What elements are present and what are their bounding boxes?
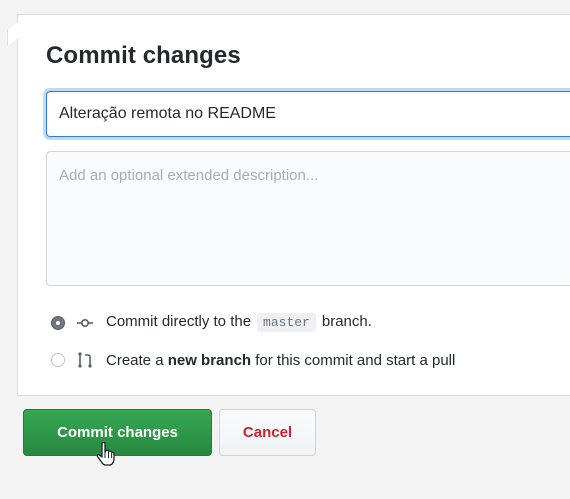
new-branch-text-after: for this commit and start a pull xyxy=(255,351,456,369)
git-pull-request-icon xyxy=(78,352,92,368)
new-branch-label: Create a new branch for this commit and … xyxy=(106,352,455,369)
commit-direct-radio[interactable] xyxy=(51,315,65,330)
commit-changes-button[interactable]: Commit changes xyxy=(23,409,212,456)
commit-direct-text-after: branch. xyxy=(321,313,372,330)
commit-description-textarea[interactable] xyxy=(46,151,570,286)
new-branch-option[interactable]: Create a new branch for this commit and … xyxy=(51,351,455,369)
commit-direct-option[interactable]: Commit directly to the master branch. xyxy=(51,313,372,332)
commit-summary-input[interactable] xyxy=(46,91,570,137)
branch-name-code: master xyxy=(257,313,316,332)
form-title: Commit changes xyxy=(46,42,241,69)
new-branch-bold: new branch xyxy=(167,351,252,369)
commit-direct-text: Commit directly to the xyxy=(106,313,252,330)
commit-direct-label: Commit directly to the master branch. xyxy=(106,313,372,332)
page: Commit changes Commit directly to the mas… xyxy=(0,0,570,499)
hand-cursor-icon xyxy=(96,441,115,466)
new-branch-radio[interactable] xyxy=(51,353,65,367)
new-branch-text: Create a xyxy=(106,351,164,369)
cancel-button[interactable]: Cancel xyxy=(219,409,316,456)
git-commit-icon xyxy=(77,318,93,327)
